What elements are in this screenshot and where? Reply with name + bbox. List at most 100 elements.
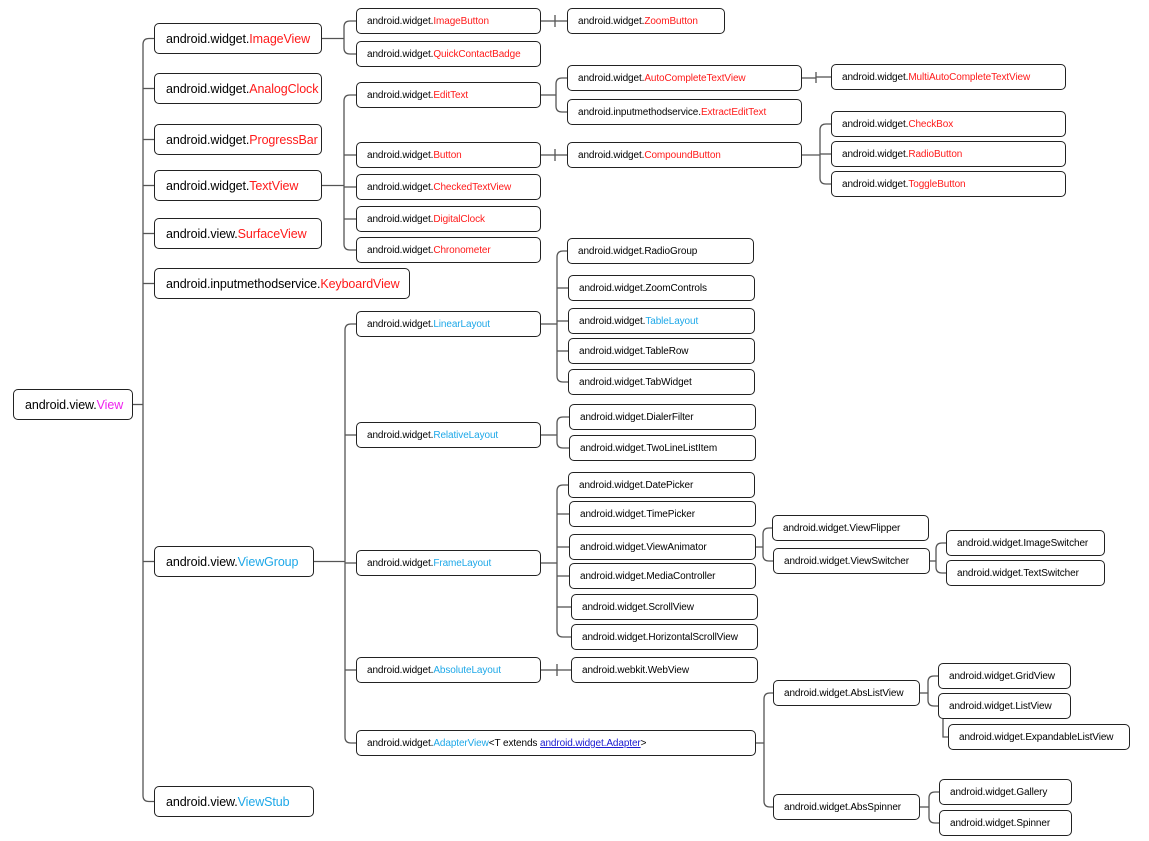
class-node-framelayout: android.widget. FrameLayout [356,550,541,576]
connector-dialerfilter [556,416,569,424]
connector-absspinner [763,800,773,808]
package-prefix: android.widget.Gallery [950,786,1048,798]
package-prefix: android.widget.AbsSpinner [784,801,902,813]
class-node-datepicker: android.widget.DatePicker [568,472,755,498]
class-node-expandablelistview: android.widget.ExpandableListView [948,724,1130,750]
package-prefix: android.widget.RadioGroup [578,245,698,257]
class-name: ImageButton [433,15,489,27]
package-prefix: android.widget. [367,213,434,225]
class-name: Button [433,149,462,161]
package-prefix: android.widget.Spinner [950,817,1051,829]
package-prefix: android.widget.ViewAnimator [580,541,707,553]
connector-spinner [928,816,939,824]
class-node-autocompletetextview: android.widget. AutoCompleteTextView [567,65,802,91]
class-name: View [96,397,124,412]
connector-imagebutton [343,20,356,28]
class-node-radiobutton: android.widget. RadioButton [831,141,1066,167]
class-name: MultiAutoCompleteTextView [908,71,1031,83]
package-prefix: android.widget. [367,664,434,676]
package-prefix: android.widget. [367,318,434,330]
package-prefix: android.widget. [166,81,250,96]
package-prefix: android.widget. [367,244,434,256]
package-prefix: android.widget. [367,557,434,569]
class-node-view: android.view. View [13,389,133,420]
package-prefix: android.widget.MediaController [580,570,716,582]
class-node-absspinner: android.widget.AbsSpinner [773,794,920,820]
class-node-checkedtextview: android.widget. CheckedTextView [356,174,541,200]
class-node-timepicker: android.widget.TimePicker [569,501,756,527]
connector-togglebutton [819,177,831,185]
class-name: AutoCompleteTextView [644,72,746,84]
package-prefix: android.widget.HorizontalScrollView [582,631,738,643]
class-node-horizontalscrollview: android.widget.HorizontalScrollView [571,624,758,650]
adapter-link[interactable]: android.widget.Adapter [540,738,641,749]
class-node-tablerow: android.widget.TableRow [568,338,755,364]
class-node-listview: android.widget.ListView [938,693,1071,719]
class-node-multiautocompletetextview: android.widget. MultiAutoCompleteTextView [831,64,1066,90]
class-name: CheckBox [908,118,954,130]
package-prefix: android.widget.TabWidget [579,376,692,388]
connector-extractedittext [555,105,567,113]
package-prefix: android.widget.DialerFilter [580,411,694,423]
connector-horizontalscrollview [556,630,571,638]
class-node-viewstub: android.view. ViewStub [154,786,314,817]
connector-viewswitcher [762,554,773,562]
connector-imageview [142,37,154,45]
generic-close: > [640,737,647,749]
connector-autocompletetextview [555,77,567,85]
package-prefix: android.widget. [578,72,645,84]
connector-quickcontactbadge [343,47,356,55]
class-node-absolutelayout: android.widget. AbsoluteLayout [356,657,541,683]
connector-radiogroup [556,250,567,258]
class-node-compoundbutton: android.widget. CompoundButton [567,142,802,168]
connector-gridview [927,675,938,683]
class-node-textswitcher: android.widget.TextSwitcher [946,560,1105,586]
package-prefix: android.view. [166,226,238,241]
connector-listview [927,699,938,707]
class-node-abslistview: android.widget.AbsListView [773,680,920,706]
package-prefix: android.widget. [166,178,250,193]
class-name: ViewStub [237,794,290,809]
class-name: QuickContactBadge [433,48,521,60]
class-node-viewflipper: android.widget.ViewFlipper [772,515,929,541]
class-name: AdapterView [433,737,489,749]
package-prefix: android.widget. [367,149,434,161]
connector-twolinelistitem [556,441,569,449]
class-node-radiogroup: android.widget.RadioGroup [567,238,754,264]
package-prefix: android.widget. [367,15,434,27]
class-name: TextView [249,178,299,193]
class-node-extractedittext: android.inputmethodservice. ExtractEditTe… [567,99,802,125]
package-prefix: android.widget.ZoomControls [579,282,707,294]
package-prefix: android.widget. [842,178,909,190]
class-node-viewgroup: android.view. ViewGroup [154,546,314,577]
package-prefix: android.view. [25,397,97,412]
package-prefix: android.widget.TwoLineListItem [580,442,718,454]
connector-textswitcher [935,566,946,574]
package-prefix: android.widget. [367,89,434,101]
class-node-spinner: android.widget.Spinner [939,810,1072,836]
class-name: ImageView [249,31,310,46]
connector-viewflipper [762,527,772,535]
connector-adapterview [344,736,356,744]
package-prefix: android.widget.ExpandableListView [959,731,1114,743]
class-node-textview: android.widget. TextView [154,170,322,201]
class-node-webview: android.webkit.WebView [571,657,758,683]
package-prefix: android.widget. [166,31,250,46]
connector-viewstub [142,795,154,803]
package-prefix: android.widget.ViewFlipper [783,522,901,534]
package-prefix: android.widget.ScrollView [582,601,694,613]
package-prefix: android.widget.TextSwitcher [957,567,1079,579]
package-prefix: android.widget. [367,737,434,749]
class-name: ZoomButton [644,15,698,27]
class-name: ToggleButton [908,178,966,190]
class-node-dialerfilter: android.widget.DialerFilter [569,404,756,430]
connector-gallery [928,791,939,799]
package-prefix: android.widget. [367,48,434,60]
package-prefix: android.widget. [579,315,646,327]
package-prefix: android.widget. [842,118,909,130]
class-node-button: android.widget. Button [356,142,541,168]
connector-abslistview [763,692,773,700]
class-node-togglebutton: android.widget. ToggleButton [831,171,1066,197]
class-node-relativelayout: android.widget. RelativeLayout [356,422,541,448]
package-prefix: android.view. [166,794,238,809]
